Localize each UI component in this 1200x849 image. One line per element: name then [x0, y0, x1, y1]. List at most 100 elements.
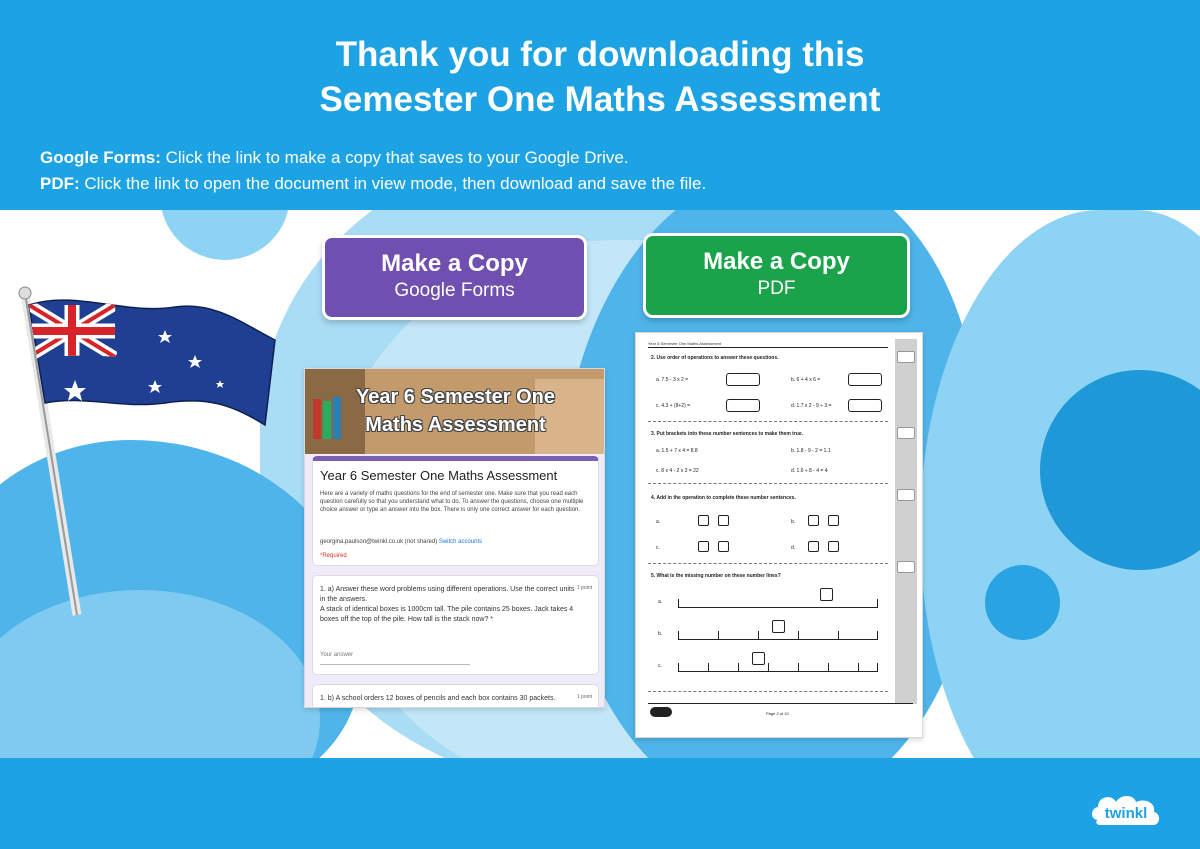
twinkl-logo-text: twinkl	[1105, 805, 1148, 822]
button-title: Make a Copy	[703, 248, 850, 275]
pdf-header-rule	[648, 347, 888, 348]
pdf-q2a: a. 7.5 - 3 x 2 =	[656, 377, 689, 383]
number-line-tick	[798, 631, 799, 639]
marks-box	[897, 561, 915, 573]
pdf-q3b: b. 1.8 - 9 - 2 = 1.1	[791, 448, 831, 454]
marks-box	[897, 351, 915, 363]
pdf-question-5: 5. What is the missing number on these n…	[651, 573, 781, 579]
number-line	[678, 607, 878, 608]
banner-title: Year 6 Semester One Maths Assessment	[305, 383, 604, 439]
number-line	[678, 639, 878, 640]
pdf-footer-rule	[648, 703, 913, 704]
australian-flag-icon	[18, 286, 276, 616]
number-line-tick	[798, 663, 799, 671]
pdf-q5a: a.	[658, 599, 663, 605]
number-line-tick	[678, 663, 679, 671]
title-line-2: Semester One Maths Assessment	[319, 80, 881, 119]
title-line-1: Thank you for downloading this	[335, 35, 865, 74]
operator-box	[698, 541, 709, 552]
pdf-q2b: b. 6 + 4 x 6 =	[791, 377, 821, 383]
answer-box	[726, 373, 760, 386]
answer-input[interactable]: Your answer	[320, 652, 353, 658]
operator-box	[808, 541, 819, 552]
operator-box	[698, 515, 709, 526]
question-text: 1. b) A school orders 12 boxes of pencil…	[320, 695, 556, 702]
number-line-tick	[718, 631, 719, 639]
section-divider	[648, 563, 888, 564]
make-copy-gforms-button[interactable]: Make a Copy Google Forms	[322, 235, 587, 320]
number-line-tick	[758, 631, 759, 639]
question-card: 1. a) Answer these word problems using d…	[312, 575, 599, 675]
section-divider	[648, 691, 888, 692]
question-text: 1. a) Answer these word problems using d…	[320, 585, 575, 625]
number-line-tick	[708, 663, 709, 671]
missing-number-box	[752, 652, 765, 665]
pdf-question-2: 2. Use order of operations to answer the…	[651, 355, 779, 361]
operator-box	[828, 541, 839, 552]
number-line-tick	[858, 663, 859, 671]
instructions: Google Forms: Click the link to make a c…	[40, 145, 706, 197]
number-line	[678, 671, 878, 672]
pdf-q4d: d.	[791, 545, 796, 551]
number-line-tick	[877, 663, 878, 671]
form-title: Year 6 Semester One Maths Assessment	[320, 468, 558, 483]
make-copy-pdf-button[interactable]: Make a Copy PDF	[643, 233, 910, 318]
pdf-q2c: c. 4.3 + (8+2) =	[656, 403, 691, 409]
twinkl-logo-icon: twinkl	[1092, 796, 1160, 826]
account-status: (not shared)	[403, 539, 439, 545]
number-line-tick	[768, 663, 769, 671]
section-divider	[648, 483, 888, 484]
pdf-q5b: b.	[658, 631, 663, 637]
pdf-header: Year 6 Semester One Maths Assessment	[648, 341, 721, 346]
pdf-page-number: Page 2 of 10	[766, 711, 789, 716]
operator-box	[808, 515, 819, 526]
button-title: Make a Copy	[381, 250, 528, 277]
number-line-tick	[838, 631, 839, 639]
missing-number-box	[820, 588, 833, 601]
button-subtitle: PDF	[757, 278, 796, 299]
instruction-gforms: Google Forms: Click the link to make a c…	[40, 145, 706, 171]
question-points: 1 point	[576, 585, 592, 591]
decor-circle	[160, 210, 290, 260]
pdf-q3d: d. 1.6 ÷ 8 - 4 = 4	[791, 468, 828, 474]
switch-accounts-link[interactable]: Switch accounts	[439, 539, 482, 545]
marks-box	[897, 427, 915, 439]
pdf-q3a: a. 1.5 + 7 x 4 = 8.8	[656, 448, 698, 454]
number-line-tick	[678, 631, 679, 639]
instruction-pdf: PDF: Click the link to open the document…	[40, 171, 706, 197]
operator-box	[718, 515, 729, 526]
pdf-preview: Year 6 Semester One Maths Assessment 2. …	[635, 332, 923, 738]
operator-box	[718, 541, 729, 552]
form-account: georgina.paulson@twinkl.co.uk (not share…	[320, 539, 482, 545]
twinkl-mini-logo-icon	[650, 707, 672, 717]
pdf-text: Click the link to open the document in v…	[79, 174, 707, 193]
number-line-tick	[678, 599, 679, 607]
form-description: Here are a variety of maths questions fo…	[320, 491, 584, 513]
pdf-label: PDF:	[40, 174, 80, 193]
page-title: Thank you for downloading this Semester …	[0, 32, 1200, 122]
banner-title-line-1: Year 6 Semester One	[355, 386, 555, 408]
pdf-q3c: c. 8 x 4 - 2 x 3 = 22	[656, 468, 699, 474]
number-line-tick	[828, 663, 829, 671]
banner-title-line-2: Maths Assessment	[365, 414, 546, 436]
marks-box	[897, 489, 915, 501]
pdf-marks-column	[895, 339, 917, 704]
pdf-q2d: d. 1.7 x 2 - 9 ÷ 3 =	[791, 403, 832, 409]
pdf-question-4: 4. Add in the operation to complete thes…	[651, 495, 796, 501]
missing-number-box	[772, 620, 785, 633]
answer-box	[726, 399, 760, 412]
gforms-label: Google Forms:	[40, 148, 161, 167]
question-intro: 1. a) Answer these word problems using d…	[320, 586, 575, 603]
pdf-q4a: a.	[656, 519, 661, 525]
number-line-tick	[738, 663, 739, 671]
answer-underline	[320, 664, 470, 665]
form-header-card: Year 6 Semester One Maths Assessment Her…	[312, 456, 599, 566]
button-subtitle: Google Forms	[394, 280, 515, 301]
operator-box	[828, 515, 839, 526]
section-divider	[648, 421, 888, 422]
decor-circle	[985, 565, 1060, 640]
answer-box	[848, 399, 882, 412]
number-line-tick	[877, 631, 878, 639]
google-forms-preview: Year 6 Semester One Maths Assessment Yea…	[304, 368, 605, 708]
form-banner: Year 6 Semester One Maths Assessment	[305, 369, 604, 454]
